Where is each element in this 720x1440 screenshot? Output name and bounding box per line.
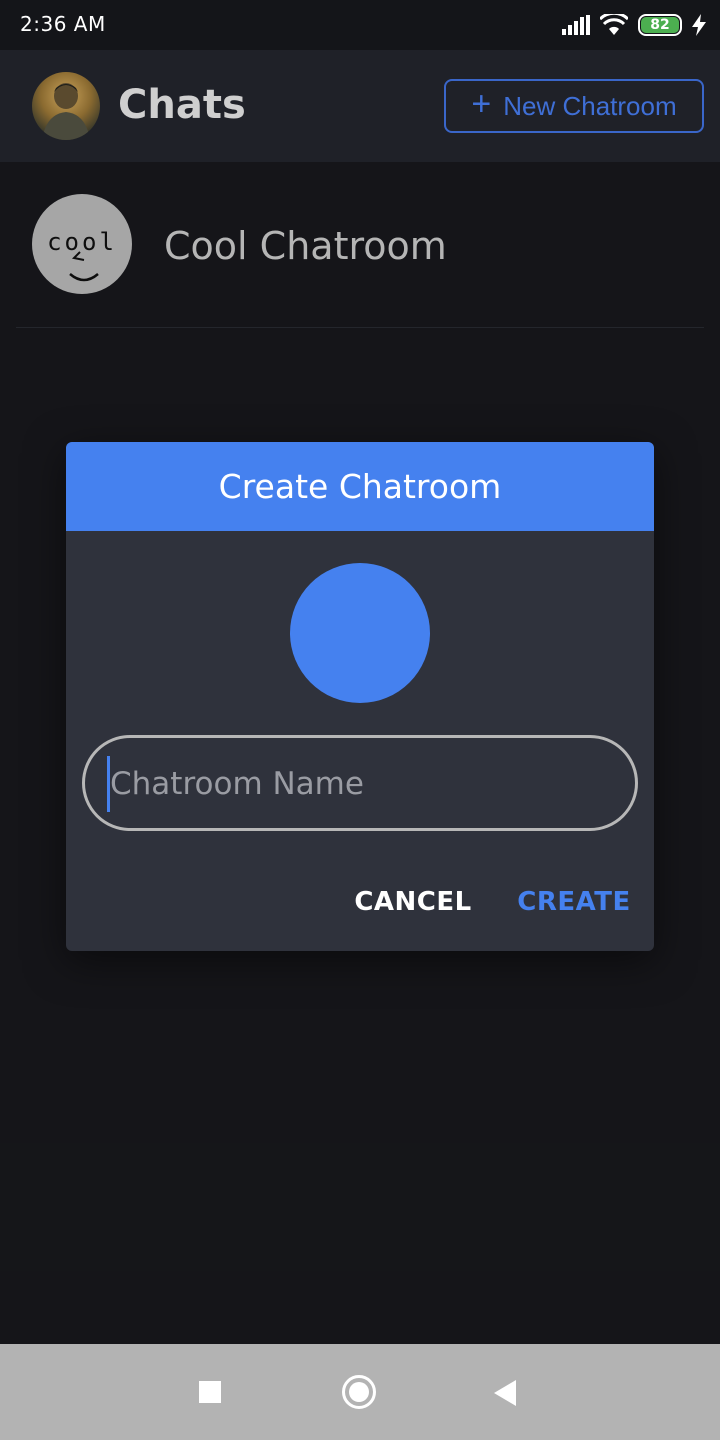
status-icons: 82 xyxy=(562,12,706,38)
create-button[interactable]: CREATE xyxy=(508,880,640,924)
page-title: Chats xyxy=(118,82,246,128)
charging-icon xyxy=(692,14,706,36)
profile-photo xyxy=(42,83,90,140)
signal-icon xyxy=(562,15,590,35)
new-chatroom-label: New Chatroom xyxy=(503,90,677,121)
chatroom-name-input[interactable] xyxy=(107,756,607,812)
home-icon[interactable] xyxy=(342,1375,376,1409)
chatroom-avatar-picker[interactable] xyxy=(290,563,430,703)
status-bar: 2:36 AM 82 xyxy=(0,0,720,50)
wifi-icon xyxy=(600,14,628,35)
cancel-button[interactable]: CANCEL xyxy=(348,880,478,924)
profile-avatar[interactable] xyxy=(32,72,100,140)
system-nav-bar xyxy=(0,1344,720,1440)
app-header: Chats + New Chatroom xyxy=(0,50,720,162)
chatroom-name-field[interactable] xyxy=(82,735,638,831)
battery-icon: 82 xyxy=(638,14,682,36)
recents-icon[interactable] xyxy=(199,1381,221,1403)
plus-icon: + xyxy=(471,85,492,123)
status-time: 2:36 AM xyxy=(20,12,106,36)
dialog-title: Create Chatroom xyxy=(218,467,502,506)
back-icon[interactable] xyxy=(494,1380,516,1406)
new-chatroom-button[interactable]: + New Chatroom xyxy=(444,79,704,133)
battery-level: 82 xyxy=(641,17,679,33)
create-chatroom-dialog: Create Chatroom CANCEL CREATE xyxy=(66,442,654,951)
home-icon-inner xyxy=(349,1382,369,1402)
dialog-header: Create Chatroom xyxy=(66,442,654,531)
